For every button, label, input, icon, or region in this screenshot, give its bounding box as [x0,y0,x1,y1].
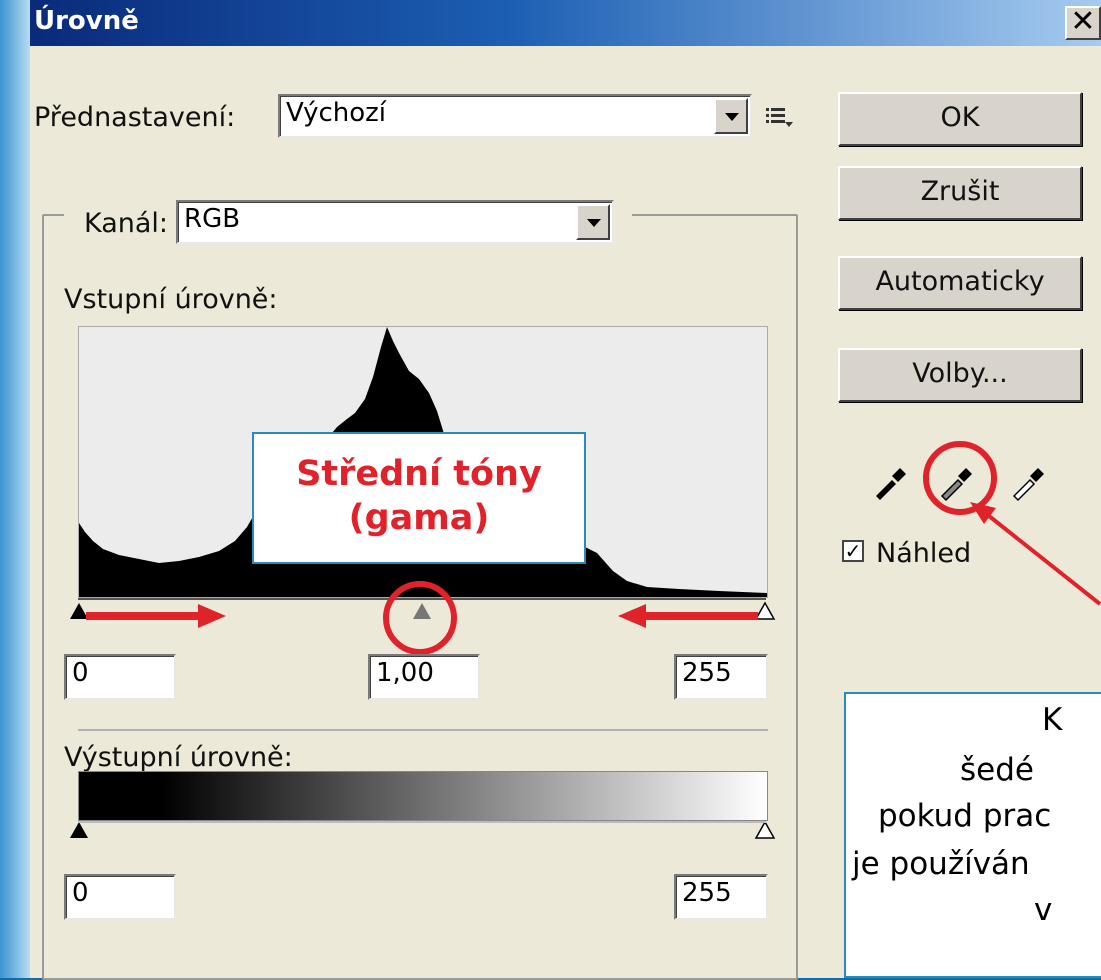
output-slider-track [78,821,766,823]
chevron-down-icon[interactable] [714,98,748,134]
input-gamma-field[interactable]: 1,00 [368,654,480,700]
input-gamma-value: 1,00 [376,658,434,688]
window-title: Úrovně [34,6,139,36]
output-white-value: 255 [682,878,732,908]
input-black-field[interactable]: 0 [64,654,176,700]
close-icon: ✕ [1070,4,1096,39]
list-menu-icon[interactable] [764,104,794,130]
eyedropper-annotation-line3: pokud prac [878,798,1052,834]
close-button[interactable]: ✕ [1065,6,1101,40]
separator [78,729,768,731]
desktop-background [0,0,30,978]
channel-dropdown[interactable]: RGB [176,200,614,244]
input-levels-label: Vstupní úrovně: [64,284,278,315]
preview-label: Náhled [876,538,972,569]
midtones-annotation-line2: (gama) [348,498,490,538]
cancel-button[interactable]: Zrušit [838,166,1082,220]
midtones-annotation: Střední tóny (gama) [252,432,586,564]
eyedropper-annotation-line1: K [1042,702,1063,738]
preset-value: Výchozí [286,98,387,128]
preset-label: Přednastavení: [34,102,236,133]
levels-dialog: Přednastavení: Výchozí Kanál: RGB Vstupn… [30,46,1101,980]
eyedropper-annotation: K šedé pokud prac je používán v [844,692,1101,978]
output-white-field[interactable]: 255 [674,874,768,920]
channel-label: Kanál: [84,208,169,239]
preset-dropdown[interactable]: Výchozí [278,94,752,138]
midtones-annotation-line1: Střední tóny [296,454,542,494]
black-eyedropper-icon[interactable] [870,458,914,502]
output-black-slider[interactable] [66,820,92,842]
title-bar[interactable]: Úrovně ✕ [30,0,1101,46]
channel-value: RGB [184,204,241,234]
input-white-field[interactable]: 255 [674,654,768,700]
eyedropper-annotation-line4: je používán [852,846,1030,882]
ok-button[interactable]: OK [838,92,1082,146]
output-levels-label: Výstupní úrovně: [64,742,293,773]
output-black-value: 0 [72,878,89,908]
white-eyedropper-icon[interactable] [1008,458,1052,502]
eyedropper-annotation-line2: šedé [960,752,1034,788]
output-white-slider[interactable] [752,820,778,842]
output-black-field[interactable]: 0 [64,874,176,920]
preview-checkbox[interactable]: ✓ [842,540,864,562]
auto-button[interactable]: Automaticky [838,256,1082,310]
input-white-value: 255 [682,658,732,688]
chevron-down-icon[interactable] [576,204,610,240]
output-gradient-bar [78,771,768,821]
eyedropper-annotation-line5: v [1034,892,1053,928]
input-black-value: 0 [72,658,89,688]
eyedropper-pointer-arrow [970,502,1101,606]
gamma-highlight-circle [383,581,457,655]
options-button[interactable]: Volby... [838,348,1082,402]
